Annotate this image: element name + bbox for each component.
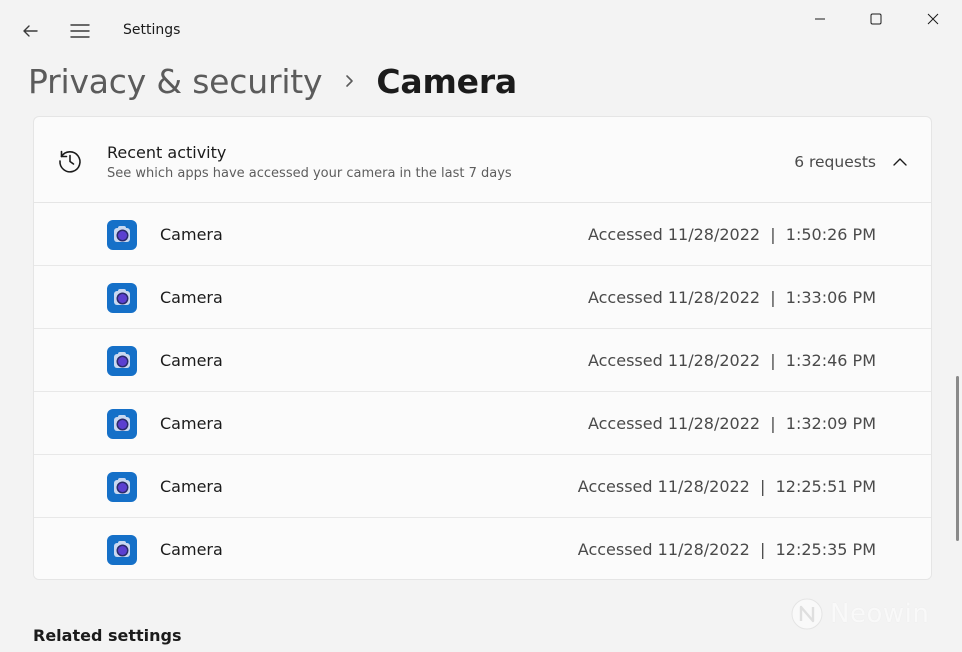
related-settings-heading: Related settings — [33, 626, 182, 645]
recent-activity-header[interactable]: Recent activity See which apps have acce… — [34, 117, 931, 203]
access-timestamp: Accessed 11/28/2022 | 1:32:09 PM — [587, 414, 876, 433]
app-title: Settings — [123, 22, 181, 38]
app-name: Camera — [160, 288, 223, 307]
access-timestamp: Accessed 11/28/2022 | 1:33:06 PM — [587, 288, 876, 307]
breadcrumb: Privacy & security Camera — [28, 58, 517, 104]
hamburger-menu-icon — [70, 24, 90, 38]
scrollbar-thumb[interactable] — [956, 376, 959, 541]
navigation-menu-button[interactable] — [63, 14, 97, 48]
camera-app-icon — [107, 220, 137, 250]
app-name: Camera — [160, 477, 223, 496]
camera-app-icon — [107, 409, 137, 439]
collapse-toggle[interactable] — [889, 151, 911, 173]
app-name: Camera — [160, 351, 223, 370]
recent-activity-card: Recent activity See which apps have acce… — [33, 116, 932, 580]
activity-row: Camera Accessed 11/28/2022 | 1:50:26 PM — [34, 203, 931, 266]
back-arrow-icon — [23, 25, 38, 37]
activity-list: Camera Accessed 11/28/2022 | 1:50:26 PM … — [34, 203, 931, 579]
watermark: Neowin — [790, 594, 929, 634]
close-icon — [927, 13, 939, 25]
close-button[interactable] — [910, 0, 956, 38]
access-timestamp: Accessed 11/28/2022 | 12:25:51 PM — [577, 477, 876, 496]
camera-app-icon — [107, 346, 137, 376]
access-timestamp: Accessed 11/28/2022 | 1:50:26 PM — [587, 225, 876, 244]
activity-row: Camera Accessed 11/28/2022 | 1:32:46 PM — [34, 329, 931, 392]
history-clock-icon — [59, 150, 81, 173]
activity-row: Camera Accessed 11/28/2022 | 1:33:06 PM — [34, 266, 931, 329]
access-timestamp: Accessed 11/28/2022 | 12:25:35 PM — [577, 540, 876, 559]
maximize-button[interactable] — [853, 0, 899, 38]
activity-row: Camera Accessed 11/28/2022 | 12:25:51 PM — [34, 455, 931, 518]
neowin-logo-icon — [791, 598, 823, 630]
title-bar: Settings — [0, 0, 962, 60]
activity-row: Camera Accessed 11/28/2022 | 12:25:35 PM — [34, 518, 931, 579]
app-name: Camera — [160, 540, 223, 559]
breadcrumb-parent-link[interactable]: Privacy & security — [28, 62, 323, 101]
activity-row: Camera Accessed 11/28/2022 | 1:32:09 PM — [34, 392, 931, 455]
request-count: 6 requests — [794, 153, 876, 171]
app-name: Camera — [160, 414, 223, 433]
chevron-right-icon — [344, 74, 356, 88]
access-timestamp: Accessed 11/28/2022 | 1:32:46 PM — [587, 351, 876, 370]
camera-app-icon — [107, 283, 137, 313]
page-title: Camera — [376, 61, 517, 101]
camera-app-icon — [107, 472, 137, 502]
recent-activity-subtitle: See which apps have accessed your camera… — [107, 166, 512, 181]
back-button[interactable] — [13, 14, 47, 48]
minimize-icon — [815, 18, 825, 20]
maximize-icon — [870, 13, 882, 25]
camera-app-icon — [107, 535, 137, 565]
chevron-up-icon — [893, 158, 907, 166]
watermark-text: Neowin — [830, 599, 930, 629]
app-name: Camera — [160, 225, 223, 244]
recent-activity-title: Recent activity — [107, 143, 227, 162]
minimize-button[interactable] — [797, 0, 843, 38]
